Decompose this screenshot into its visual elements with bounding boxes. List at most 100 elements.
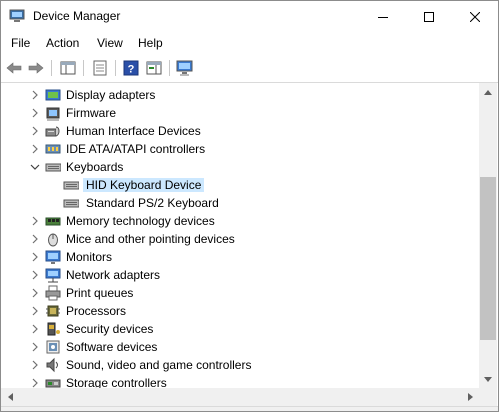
status-bar — [1, 406, 498, 411]
help-icon: ? — [123, 60, 139, 76]
tree-category-item[interactable]: Mice and other pointing devices — [1, 230, 479, 248]
keyboard-icon — [63, 181, 79, 190]
close-button[interactable] — [452, 1, 498, 32]
chevron-right-icon[interactable] — [29, 143, 41, 155]
chevron-right-icon[interactable] — [29, 233, 41, 245]
chevron-right-icon[interactable] — [29, 287, 41, 299]
tree-category-item[interactable]: Keyboards — [1, 158, 479, 176]
tree-child-item[interactable]: Standard PS/2 Keyboard — [1, 194, 479, 212]
title-bar[interactable]: Device Manager — [1, 1, 498, 32]
toolbar-separator — [51, 60, 52, 76]
tree-item-label: Security devices — [66, 322, 154, 336]
tree-category-item[interactable]: Memory technology devices — [1, 212, 479, 230]
chevron-right-icon[interactable] — [29, 341, 41, 353]
network-adapter-icon — [45, 268, 61, 283]
tree-item-label: Human Interface Devices — [66, 124, 201, 138]
menu-help[interactable]: Help — [138, 36, 163, 50]
tree-category-item[interactable]: Processors — [1, 302, 479, 320]
memory-icon — [45, 217, 61, 226]
chevron-down-icon[interactable] — [29, 161, 41, 173]
tree-item-label: Print queues — [66, 286, 134, 300]
chevron-right-icon[interactable] — [29, 359, 41, 371]
scroll-down-button[interactable] — [479, 370, 497, 388]
tree-category-item[interactable]: Security devices — [1, 320, 479, 338]
tree-category-item[interactable]: Human Interface Devices — [1, 122, 479, 140]
minimize-icon — [378, 16, 388, 18]
menu-view[interactable]: View — [97, 36, 123, 50]
tree-category-item[interactable]: Display adapters — [1, 86, 479, 104]
device-manager-window: Device Manager File Action View Help ? D… — [0, 0, 499, 412]
console-tree-icon — [60, 61, 76, 75]
properties-button[interactable] — [91, 59, 109, 77]
tree-item-label: Firmware — [66, 106, 116, 120]
tree-item-label: Memory technology devices — [66, 214, 215, 228]
menu-bar: File Action View Help — [1, 32, 498, 54]
toolbar-separator — [83, 60, 84, 76]
scroll-right-button[interactable] — [461, 388, 479, 406]
tree-category-item[interactable]: Monitors — [1, 248, 479, 266]
ide-controller-icon — [45, 144, 61, 154]
chevron-right-icon[interactable] — [29, 251, 41, 263]
device-tree: Display adapters Firmware Human Interface … — [1, 83, 479, 388]
sound-icon — [46, 357, 58, 373]
chevron-right-icon[interactable] — [29, 377, 41, 388]
maximize-button[interactable] — [406, 1, 452, 32]
forward-arrow-icon — [28, 62, 44, 74]
tree-item-label: Monitors — [66, 250, 113, 264]
close-icon — [470, 11, 480, 22]
back-button[interactable] — [5, 59, 23, 77]
tree-category-item[interactable]: IDE ATA/ATAPI controllers — [1, 140, 479, 158]
tree-item-label: Storage controllers — [66, 376, 167, 388]
tree-item-label: Processors — [66, 304, 127, 318]
monitor-icon — [45, 250, 61, 264]
tree-category-item[interactable]: Network adapters — [1, 266, 479, 284]
chevron-right-icon[interactable] — [29, 305, 41, 317]
help-button[interactable]: ? — [122, 59, 140, 77]
show-hide-console-tree-button[interactable] — [59, 59, 77, 77]
toolbar: ? — [1, 54, 498, 83]
vertical-scroll-thumb[interactable] — [480, 177, 496, 340]
hid-icon — [45, 126, 60, 137]
scroll-left-button[interactable] — [1, 388, 19, 406]
keyboard-icon — [45, 163, 61, 172]
tree-category-item[interactable]: Firmware — [1, 104, 479, 122]
maximize-icon — [424, 11, 434, 22]
tree-item-label: HID Keyboard Device — [83, 178, 205, 192]
scrollbar-corner — [479, 388, 497, 406]
chevron-right-icon[interactable] — [29, 89, 41, 101]
minimize-button[interactable] — [360, 1, 406, 32]
firmware-icon — [46, 107, 60, 121]
tree-child-item[interactable]: HID Keyboard Device — [1, 176, 479, 194]
toolbar-separator — [115, 60, 116, 76]
menu-action[interactable]: Action — [46, 36, 79, 50]
monitor-scan-icon — [176, 60, 193, 76]
chevron-right-icon[interactable] — [29, 215, 41, 227]
tree-item-label: Mice and other pointing devices — [66, 232, 235, 246]
tree-category-item[interactable]: Software devices — [1, 338, 479, 356]
chevron-right-icon[interactable] — [29, 323, 41, 335]
menu-file[interactable]: File — [11, 36, 30, 50]
action-pane-icon — [146, 61, 162, 75]
forward-button[interactable] — [27, 59, 45, 77]
action-pane-button[interactable] — [145, 59, 163, 77]
chevron-right-icon[interactable] — [29, 125, 41, 137]
chevron-right-icon[interactable] — [29, 269, 41, 281]
device-manager-icon — [9, 9, 25, 22]
horizontal-scrollbar[interactable] — [1, 388, 479, 406]
tree-category-item[interactable]: Storage controllers — [1, 374, 479, 388]
scan-hardware-button[interactable] — [176, 59, 194, 77]
chevron-down-icon — [484, 376, 492, 382]
back-arrow-icon — [6, 62, 22, 74]
scroll-up-button[interactable] — [479, 83, 497, 101]
mouse-icon — [48, 233, 58, 247]
tree-category-item[interactable]: Sound, video and game controllers — [1, 356, 479, 374]
tree-item-label: Sound, video and game controllers — [66, 358, 252, 372]
window-title: Device Manager — [33, 9, 121, 23]
chevron-right-icon[interactable] — [29, 107, 41, 119]
tree-item-label: IDE ATA/ATAPI controllers — [66, 142, 206, 156]
tree-category-item[interactable]: Print queues — [1, 284, 479, 302]
properties-icon — [93, 60, 107, 76]
tree-item-label: Display adapters — [66, 88, 156, 102]
svg-text:?: ? — [128, 64, 135, 76]
chevron-left-icon — [7, 393, 13, 401]
